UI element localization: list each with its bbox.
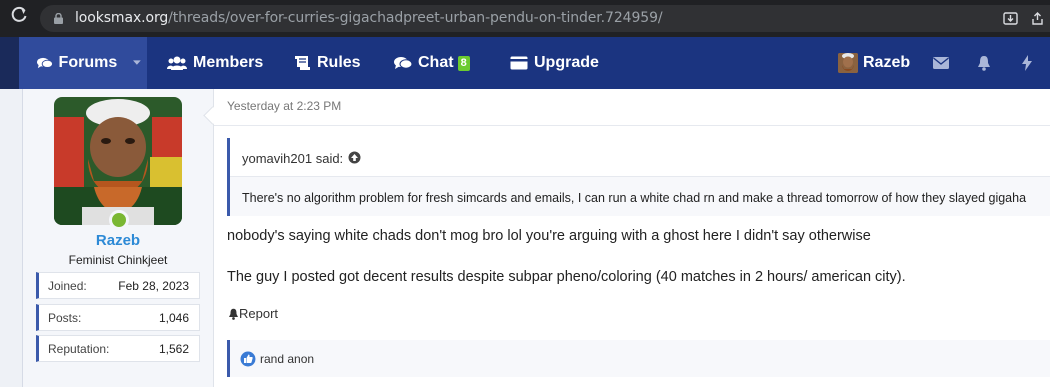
chat-count-badge: 8 bbox=[457, 55, 470, 71]
url-path: /threads/over-for-curries-gigachadpreet-… bbox=[168, 10, 663, 26]
user-title: Feminist Chinkjeet bbox=[68, 253, 168, 267]
stat-label: Joined: bbox=[48, 278, 87, 293]
reactions-bar[interactable]: rand anon bbox=[227, 340, 1050, 377]
lock-icon bbox=[54, 13, 63, 24]
nav-chat-label: Chat bbox=[418, 54, 454, 71]
site-header: Forums Members Rules Chat 8 Upgrade Raze… bbox=[0, 37, 1050, 89]
message-post: Razeb Feminist Chinkjeet Joined: Feb 28,… bbox=[22, 89, 1050, 387]
quote-header: yomavih201 said: bbox=[230, 138, 1050, 177]
divider bbox=[214, 125, 1050, 126]
stat-label: Posts: bbox=[48, 310, 82, 325]
scroll-icon bbox=[295, 56, 310, 70]
bell-icon bbox=[229, 308, 238, 320]
nav-members-label: Members bbox=[193, 54, 264, 71]
share-icon[interactable] bbox=[1030, 11, 1045, 26]
bell-icon[interactable] bbox=[964, 37, 1004, 89]
nav-rules-label: Rules bbox=[317, 54, 361, 71]
comments-icon bbox=[37, 57, 53, 69]
browser-toolbar: looksmax.org/threads/over-for-curries-gi… bbox=[0, 0, 1050, 37]
stat-reputation: Reputation: 1,562 bbox=[36, 335, 200, 362]
avatar bbox=[838, 53, 858, 73]
post-timestamp[interactable]: Yesterday at 2:23 PM bbox=[227, 99, 341, 113]
report-button[interactable]: Report bbox=[228, 306, 278, 321]
nav-upgrade-label: Upgrade bbox=[534, 54, 599, 71]
arrow-up-circle-icon[interactable] bbox=[348, 151, 361, 164]
quote-author[interactable]: yomavih201 said: bbox=[242, 151, 343, 166]
online-status-indicator bbox=[109, 210, 129, 230]
post-username[interactable]: Razeb bbox=[23, 232, 213, 249]
message-user-panel: Razeb Feminist Chinkjeet Joined: Feb 28,… bbox=[23, 89, 214, 387]
report-label: Report bbox=[239, 306, 279, 321]
post-body-line: The guy I posted got decent results desp… bbox=[227, 269, 906, 285]
account-menu[interactable]: Razeb bbox=[838, 37, 910, 89]
reaction-user-link[interactable]: rand anon bbox=[260, 352, 314, 366]
nav-chat[interactable]: Chat 8 bbox=[394, 37, 470, 89]
stat-value: 1,562 bbox=[158, 341, 189, 356]
nav-rules[interactable]: Rules bbox=[294, 37, 361, 89]
quote-block: yomavih201 said: There's no algorithm pr… bbox=[227, 138, 1050, 216]
stat-label: Reputation: bbox=[48, 341, 110, 356]
nav-forums[interactable]: Forums bbox=[19, 37, 147, 89]
install-app-icon[interactable] bbox=[1003, 11, 1018, 26]
reload-icon[interactable] bbox=[8, 6, 30, 28]
account-username: Razeb bbox=[863, 54, 911, 71]
users-icon bbox=[167, 56, 187, 70]
credit-card-icon bbox=[510, 56, 528, 70]
message-content: Yesterday at 2:23 PM yomavih201 said: Th… bbox=[214, 89, 1050, 387]
stat-joined: Joined: Feb 28, 2023 bbox=[36, 272, 200, 299]
comments-icon bbox=[394, 57, 412, 69]
stat-posts: Posts: 1,046 bbox=[36, 304, 200, 331]
quote-text: There's no algorithm problem for fresh s… bbox=[242, 191, 1027, 205]
avatar[interactable] bbox=[54, 97, 182, 225]
main-nav: Forums Members Rules Chat 8 Upgrade Raze… bbox=[19, 37, 1050, 89]
stat-value: Feb 28, 2023 bbox=[118, 278, 189, 293]
nav-upgrade[interactable]: Upgrade bbox=[510, 37, 599, 89]
bolt-icon[interactable] bbox=[1007, 37, 1047, 89]
url-host: looksmax.org bbox=[75, 10, 169, 26]
nav-forums-label: Forums bbox=[58, 54, 118, 71]
envelope-icon[interactable] bbox=[921, 37, 961, 89]
like-icon bbox=[240, 351, 256, 366]
nav-members[interactable]: Members bbox=[167, 37, 263, 89]
address-bar[interactable]: looksmax.org/threads/over-for-curries-gi… bbox=[40, 5, 1050, 32]
stat-value: 1,046 bbox=[158, 310, 189, 325]
chevron-down-icon[interactable] bbox=[133, 60, 141, 66]
url-text: looksmax.org/threads/over-for-curries-gi… bbox=[75, 5, 663, 32]
post-body-line: nobody's saying white chads don't mog br… bbox=[227, 228, 871, 244]
